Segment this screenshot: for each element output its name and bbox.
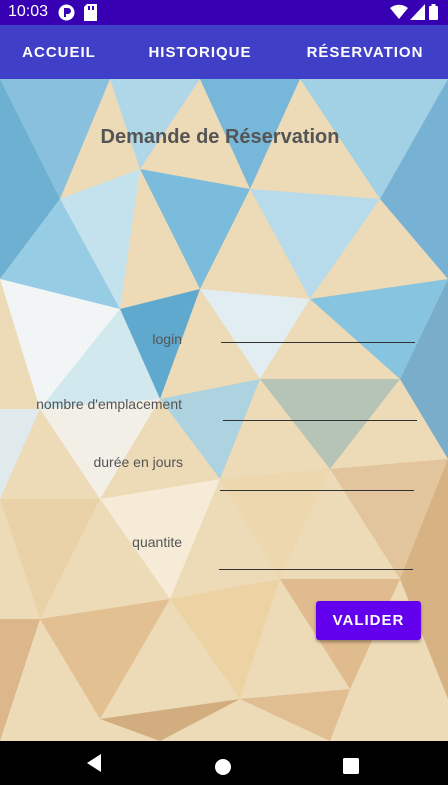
- login-label: login: [152, 331, 182, 347]
- navigation-bar: [0, 741, 448, 785]
- valider-button[interactable]: VALIDER: [316, 601, 421, 640]
- quantite-label: quantite: [132, 534, 182, 550]
- emplacement-label: nombre d'emplacement: [36, 396, 182, 412]
- battery-icon: [429, 4, 438, 25]
- tab-bar: ACCUEIL HISTORIQUE RÉSERVATION: [0, 25, 448, 79]
- tab-accueil[interactable]: ACCUEIL: [0, 25, 118, 79]
- page-title: Demande de Réservation: [100, 126, 340, 148]
- tab-reservation[interactable]: RÉSERVATION: [282, 25, 448, 79]
- tab-historique[interactable]: HISTORIQUE: [118, 25, 282, 79]
- quantite-field[interactable]: [219, 543, 413, 570]
- status-bar: 10:03: [0, 0, 448, 25]
- home-icon[interactable]: [214, 758, 232, 781]
- reservation-form: Demande de Réservation login nombre d'em…: [0, 79, 448, 741]
- duree-field[interactable]: [220, 464, 414, 491]
- sd-card-icon: [84, 4, 97, 26]
- signal-icon: [410, 4, 425, 25]
- back-icon[interactable]: [85, 753, 103, 778]
- wifi-icon: [390, 4, 408, 25]
- login-field[interactable]: [221, 316, 415, 343]
- emplacement-field[interactable]: [223, 394, 417, 421]
- status-time: 10:03: [8, 3, 49, 20]
- recents-icon[interactable]: [343, 758, 359, 779]
- app-icon: [58, 4, 75, 26]
- duree-label: durée en jours: [93, 454, 183, 470]
